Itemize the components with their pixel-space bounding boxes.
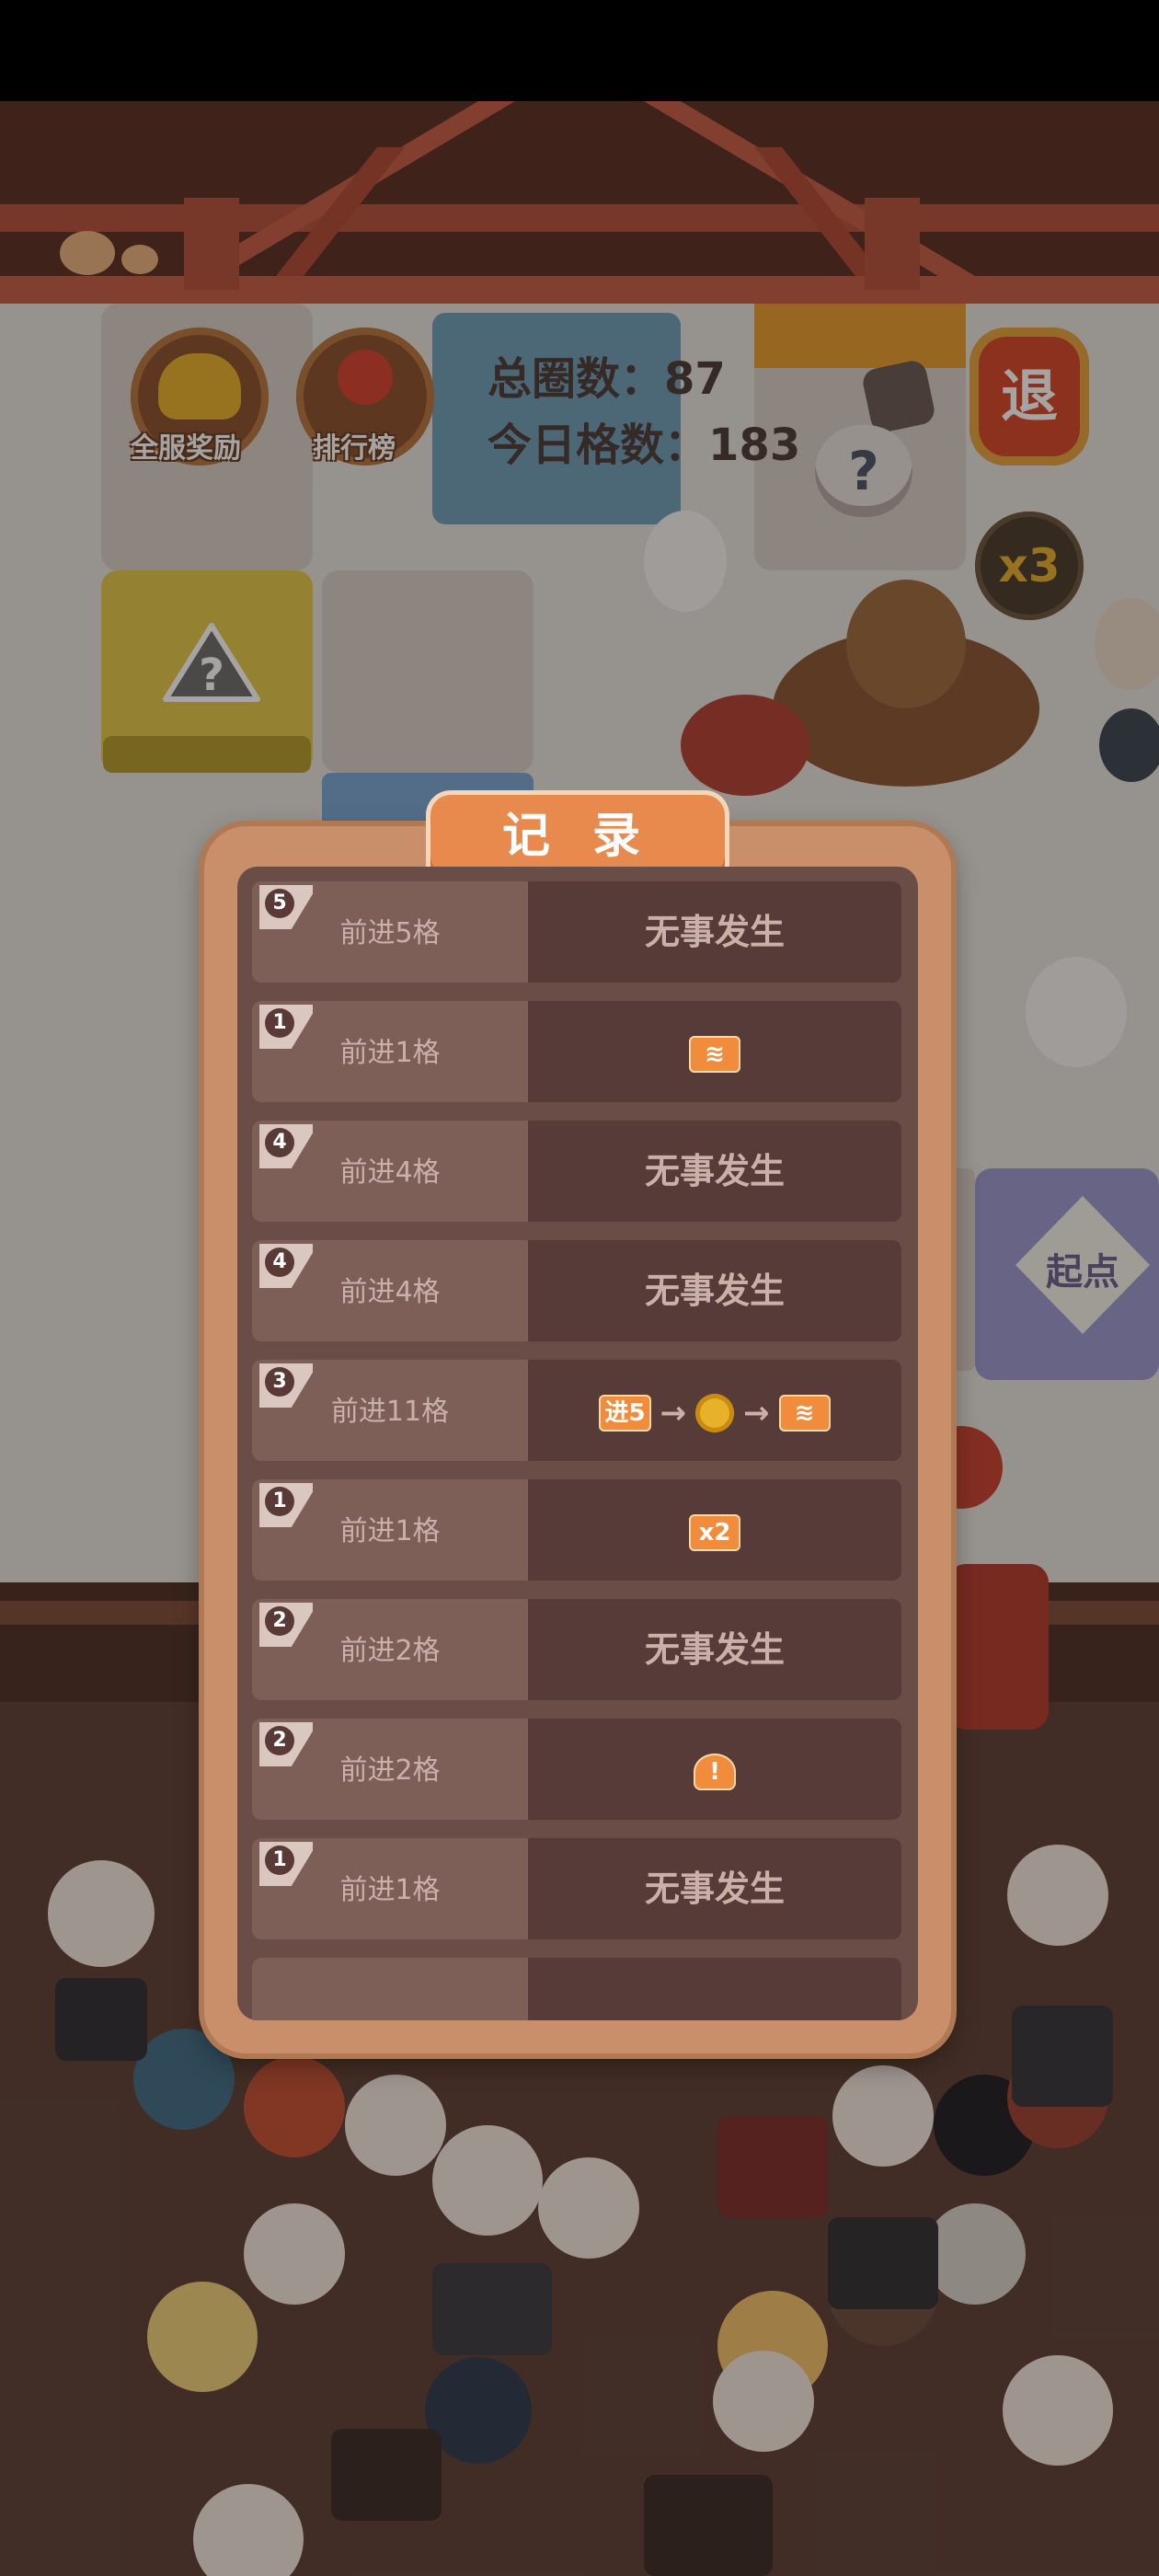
- event-text: 无事发生: [644, 1271, 785, 1311]
- record-step-cell: 前进5格 5: [252, 881, 528, 983]
- arrow-icon: →: [660, 1394, 687, 1432]
- record-row: 前进1格 1 ≋: [252, 1001, 901, 1102]
- dice-value: 1: [265, 1487, 294, 1516]
- record-row: 前进2格 2!: [252, 1719, 901, 1820]
- dice-value: 1: [265, 1846, 294, 1875]
- wave-tile-icon: ≋: [778, 1394, 831, 1432]
- dice-value: 2: [265, 1606, 294, 1636]
- event-cell: 无事发生: [528, 1599, 901, 1700]
- event-cell: 进5 → → ≋: [528, 1360, 901, 1461]
- record-dialog: 记 录 前进5格 5 无事发生 前进1格 1 ≋ 前进4格 4 无事发生 前进4格 4 无事发生 前进1…: [204, 795, 951, 2053]
- record-step-cell: 前进4格 4: [252, 1240, 528, 1341]
- dice-value: 2: [265, 1726, 294, 1755]
- record-step-cell: 前进1格 1: [252, 1838, 528, 1939]
- record-row-partial: [252, 1958, 901, 2020]
- dice-value: 4: [265, 1248, 294, 1277]
- record-row: 前进4格 4 无事发生: [252, 1121, 901, 1222]
- record-row: 前进1格 1 无事发生: [252, 1838, 901, 1939]
- event-cell: 无事发生: [528, 881, 901, 983]
- event-text: 无事发生: [644, 1869, 785, 1909]
- dice-value: 5: [265, 889, 294, 918]
- record-step-cell: 前进1格 1: [252, 1479, 528, 1581]
- record-row: 前进1格 1 x2: [252, 1479, 901, 1581]
- advance-tile-icon: 进5: [599, 1394, 651, 1432]
- record-row: 前进2格 2 无事发生: [252, 1599, 901, 1700]
- record-step-cell: 前进11格 3: [252, 1360, 528, 1461]
- record-row: 前进11格 3 进5 → → ≋: [252, 1360, 901, 1461]
- dice-value: 1: [265, 1008, 294, 1038]
- event-text: 无事发生: [644, 1151, 785, 1191]
- record-list[interactable]: 前进5格 5 无事发生 前进1格 1 ≋ 前进4格 4 无事发生 前进4格 4 无事发生 前进11格 3 进…: [237, 867, 918, 2020]
- record-step-cell: 前进2格 2: [252, 1719, 528, 1820]
- record-step-cell: 前进2格 2: [252, 1599, 528, 1700]
- coin-icon: [695, 1393, 735, 1432]
- record-step-cell: [252, 1958, 528, 2020]
- record-row: 前进5格 5 无事发生: [252, 881, 901, 983]
- warning-icon: !: [694, 1753, 736, 1790]
- dice-value: 3: [265, 1367, 294, 1397]
- record-step-cell: 前进1格 1: [252, 1001, 528, 1102]
- event-cell: ≋: [528, 1001, 901, 1102]
- arrow-icon: →: [743, 1394, 770, 1432]
- wave-tile-icon: ≋: [689, 1035, 740, 1073]
- event-text: 无事发生: [644, 1629, 785, 1670]
- record-row: 前进4格 4 无事发生: [252, 1240, 901, 1341]
- event-cell: 无事发生: [528, 1838, 901, 1939]
- event-text: 无事发生: [644, 912, 785, 952]
- event-cell: !: [528, 1719, 901, 1820]
- event-cell: 无事发生: [528, 1240, 901, 1341]
- dice-value: 4: [265, 1128, 294, 1157]
- multiplier-tile-icon: x2: [689, 1513, 740, 1551]
- event-cell: 无事发生: [528, 1121, 901, 1222]
- event-cell: x2: [528, 1479, 901, 1581]
- record-step-cell: 前进4格 4: [252, 1121, 528, 1222]
